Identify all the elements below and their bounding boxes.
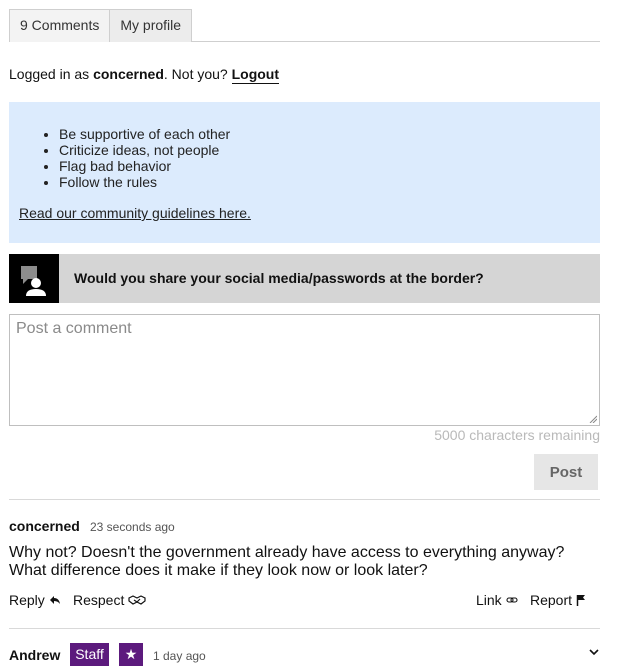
link-label: Link — [476, 592, 502, 608]
reply-icon — [49, 596, 60, 604]
reply-button[interactable]: Reply — [9, 592, 61, 608]
login-status: Logged in as concerned. Not you? Logout — [9, 65, 280, 84]
guideline-item: Be supportive of each other — [59, 126, 230, 142]
comment-timestamp: 23 seconds ago — [90, 520, 175, 534]
respect-label: Respect — [73, 592, 125, 608]
comment-composer — [9, 314, 600, 426]
guideline-item: Follow the rules — [59, 174, 230, 190]
divider — [9, 499, 600, 500]
flag-icon — [576, 595, 586, 606]
comment-author[interactable]: Andrew — [9, 647, 60, 663]
chat-user-icon — [9, 254, 59, 303]
guidelines-link[interactable]: Read our community guidelines here. — [19, 205, 251, 221]
guideline-item: Criticize ideas, not people — [59, 142, 230, 158]
tab-my-profile[interactable]: My profile — [110, 9, 193, 42]
report-label: Report — [530, 592, 573, 608]
login-username: concerned — [93, 66, 164, 82]
reply-label: Reply — [9, 592, 45, 608]
link-button[interactable]: Link — [476, 592, 518, 608]
post-button[interactable]: Post — [534, 454, 598, 490]
comment-input[interactable] — [10, 315, 599, 425]
login-prefix: Logged in as — [9, 66, 94, 82]
characters-remaining: 5000 characters remaining — [434, 427, 600, 443]
comment-body: Why not? Doesn't the government already … — [9, 544, 565, 579]
tab-comments[interactable]: 9 Comments — [9, 9, 111, 42]
guidelines-list: Be supportive of each other Criticize id… — [59, 126, 230, 190]
login-middle: . Not you? — [163, 66, 232, 82]
comment-author[interactable]: concerned — [9, 518, 80, 534]
divider — [9, 628, 600, 629]
respect-icon — [128, 595, 146, 605]
tab-bar: 9 Comments My profile — [9, 9, 600, 42]
respect-button[interactable]: Respect — [73, 592, 146, 608]
staff-badge: Staff — [70, 643, 109, 666]
guideline-item: Flag bad behavior — [59, 158, 230, 174]
logout-link[interactable]: Logout — [231, 66, 280, 84]
question-banner: Would you share your social media/passwo… — [9, 254, 600, 303]
chevron-down-icon[interactable] — [588, 648, 600, 656]
comment-actions: Reply Respect Link Report — [9, 592, 589, 610]
comment-timestamp: 1 day ago — [153, 649, 206, 663]
star-icon: ★ — [119, 643, 143, 666]
resize-grip-icon[interactable] — [589, 415, 597, 423]
link-icon — [506, 597, 518, 603]
question-text: Would you share your social media/passwo… — [74, 270, 484, 286]
report-button[interactable]: Report — [530, 592, 586, 608]
community-guidelines-box: Be supportive of each other Criticize id… — [9, 102, 600, 243]
